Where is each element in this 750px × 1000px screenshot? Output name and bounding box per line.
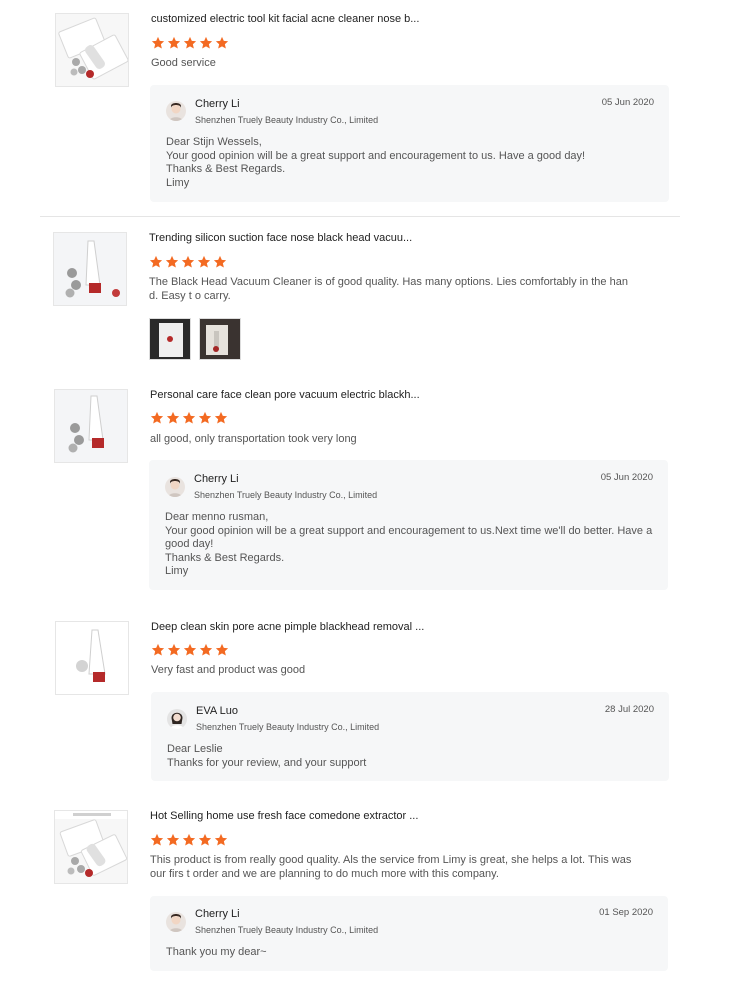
reply-text: Thank you my dear~ bbox=[166, 946, 656, 960]
star-icon bbox=[183, 36, 197, 49]
star-icon bbox=[151, 36, 165, 49]
reply-line: Dear Stijn Wessels, bbox=[166, 136, 262, 148]
star-icon bbox=[182, 411, 196, 424]
reply-text: Dear Stijn Wessels, Your good opinion wi… bbox=[166, 136, 656, 190]
star-rating bbox=[150, 411, 228, 425]
star-icon bbox=[199, 643, 213, 656]
star-icon bbox=[166, 833, 180, 846]
review-text: This product is from really good quality… bbox=[150, 854, 632, 880]
star-icon bbox=[215, 36, 229, 49]
reply-date: 05 Jun 2020 bbox=[601, 97, 654, 108]
reply-line: Dear Leslie bbox=[167, 743, 223, 755]
product-title[interactable]: customized electric tool kit facial acne… bbox=[151, 13, 419, 25]
product-thumbnail[interactable] bbox=[55, 13, 129, 87]
star-icon bbox=[167, 643, 181, 656]
avatar bbox=[167, 709, 187, 729]
reply-line: Thanks for your review, and your support bbox=[167, 756, 367, 769]
reply-author: EVA Luo bbox=[196, 705, 238, 717]
star-icon bbox=[167, 36, 181, 49]
review-text: Good service bbox=[151, 57, 216, 69]
star-icon bbox=[165, 255, 179, 268]
reply-line: Dear menno rusman, bbox=[165, 511, 269, 523]
star-icon bbox=[150, 833, 164, 846]
seller-reply: Cherry Li Shenzhen Truely Beauty Industr… bbox=[149, 460, 668, 590]
review-text: all good, only transportation took very … bbox=[150, 433, 357, 445]
reply-company: Shenzhen Truely Beauty Industry Co., Lim… bbox=[196, 722, 380, 732]
review-text: Very fast and product was good bbox=[151, 664, 306, 676]
reply-line: Limy bbox=[165, 565, 189, 577]
avatar bbox=[165, 477, 185, 497]
reply-line: Thanks & Best Regards. bbox=[165, 551, 285, 564]
reply-date: 05 Jun 2020 bbox=[600, 472, 653, 483]
reply-text: Dear menno rusman, Your good opinion wil… bbox=[165, 511, 655, 579]
product-title[interactable]: Personal care face clean pore vacuum ele… bbox=[150, 389, 420, 401]
star-rating bbox=[151, 643, 229, 657]
divider bbox=[40, 216, 680, 217]
seller-reply: EVA Luo Shenzhen Truely Beauty Industry … bbox=[151, 692, 669, 781]
review-photo[interactable] bbox=[149, 318, 191, 360]
reply-date: 28 Jul 2020 bbox=[604, 704, 654, 715]
star-icon bbox=[150, 411, 164, 424]
reply-company: Shenzhen Truely Beauty Industry Co., Lim… bbox=[195, 925, 379, 935]
star-icon bbox=[151, 643, 165, 656]
reply-author: Cherry Li bbox=[195, 908, 240, 920]
star-icon bbox=[197, 255, 211, 268]
product-device-icon bbox=[54, 233, 126, 305]
reply-date: 01 Sep 2020 bbox=[599, 907, 653, 918]
product-thumbnail[interactable] bbox=[54, 389, 128, 463]
star-icon bbox=[215, 643, 229, 656]
product-thumbnail[interactable] bbox=[55, 621, 129, 695]
avatar bbox=[166, 101, 186, 121]
star-icon bbox=[198, 411, 212, 424]
star-icon bbox=[181, 255, 195, 268]
seller-reply: Cherry Li Shenzhen Truely Beauty Industr… bbox=[150, 896, 668, 971]
star-icon bbox=[199, 36, 213, 49]
star-icon bbox=[182, 833, 196, 846]
product-device-icon bbox=[56, 622, 128, 694]
star-icon bbox=[198, 833, 212, 846]
product-thumbnail[interactable] bbox=[54, 810, 128, 884]
reply-line: Limy bbox=[166, 176, 190, 189]
star-icon bbox=[213, 255, 227, 268]
avatar bbox=[166, 912, 186, 932]
review-photo[interactable] bbox=[199, 318, 241, 360]
reply-text: Dear Leslie Thanks for your review, and … bbox=[167, 743, 657, 770]
reply-line: Thank you my dear~ bbox=[166, 946, 267, 958]
reply-line: Thanks & Best Regards. bbox=[166, 163, 286, 175]
review-photo-image bbox=[150, 319, 190, 359]
star-icon bbox=[214, 411, 228, 424]
review-text: The Black Head Vacuum Cleaner is of good… bbox=[149, 276, 628, 302]
reply-line: Your good opinion will be a great suppor… bbox=[166, 149, 586, 162]
star-icon bbox=[166, 411, 180, 424]
reply-author: Cherry Li bbox=[194, 473, 239, 485]
star-rating bbox=[150, 833, 228, 847]
seller-reply: Cherry Li Shenzhen Truely Beauty Industr… bbox=[150, 85, 669, 202]
reply-company: Shenzhen Truely Beauty Industry Co., Lim… bbox=[195, 115, 379, 125]
reply-company: Shenzhen Truely Beauty Industry Co., Lim… bbox=[194, 490, 378, 500]
star-icon bbox=[214, 833, 228, 846]
star-rating bbox=[149, 255, 227, 269]
product-title[interactable]: Hot Selling home use fresh face comedone… bbox=[150, 810, 418, 822]
star-rating bbox=[151, 36, 229, 50]
star-icon bbox=[149, 255, 163, 268]
product-title[interactable]: Trending silicon suction face nose black… bbox=[149, 232, 412, 244]
product-device-icon bbox=[55, 390, 127, 462]
product-title[interactable]: Deep clean skin pore acne pimple blackhe… bbox=[151, 621, 424, 633]
product-kit-icon bbox=[58, 17, 128, 80]
reply-line: Your good opinion will be a great suppor… bbox=[165, 524, 653, 551]
review-photo-image bbox=[200, 319, 240, 359]
reply-author: Cherry Li bbox=[195, 98, 240, 110]
product-thumbnail[interactable] bbox=[53, 232, 127, 306]
star-icon bbox=[183, 643, 197, 656]
product-kit-icon bbox=[55, 811, 127, 877]
